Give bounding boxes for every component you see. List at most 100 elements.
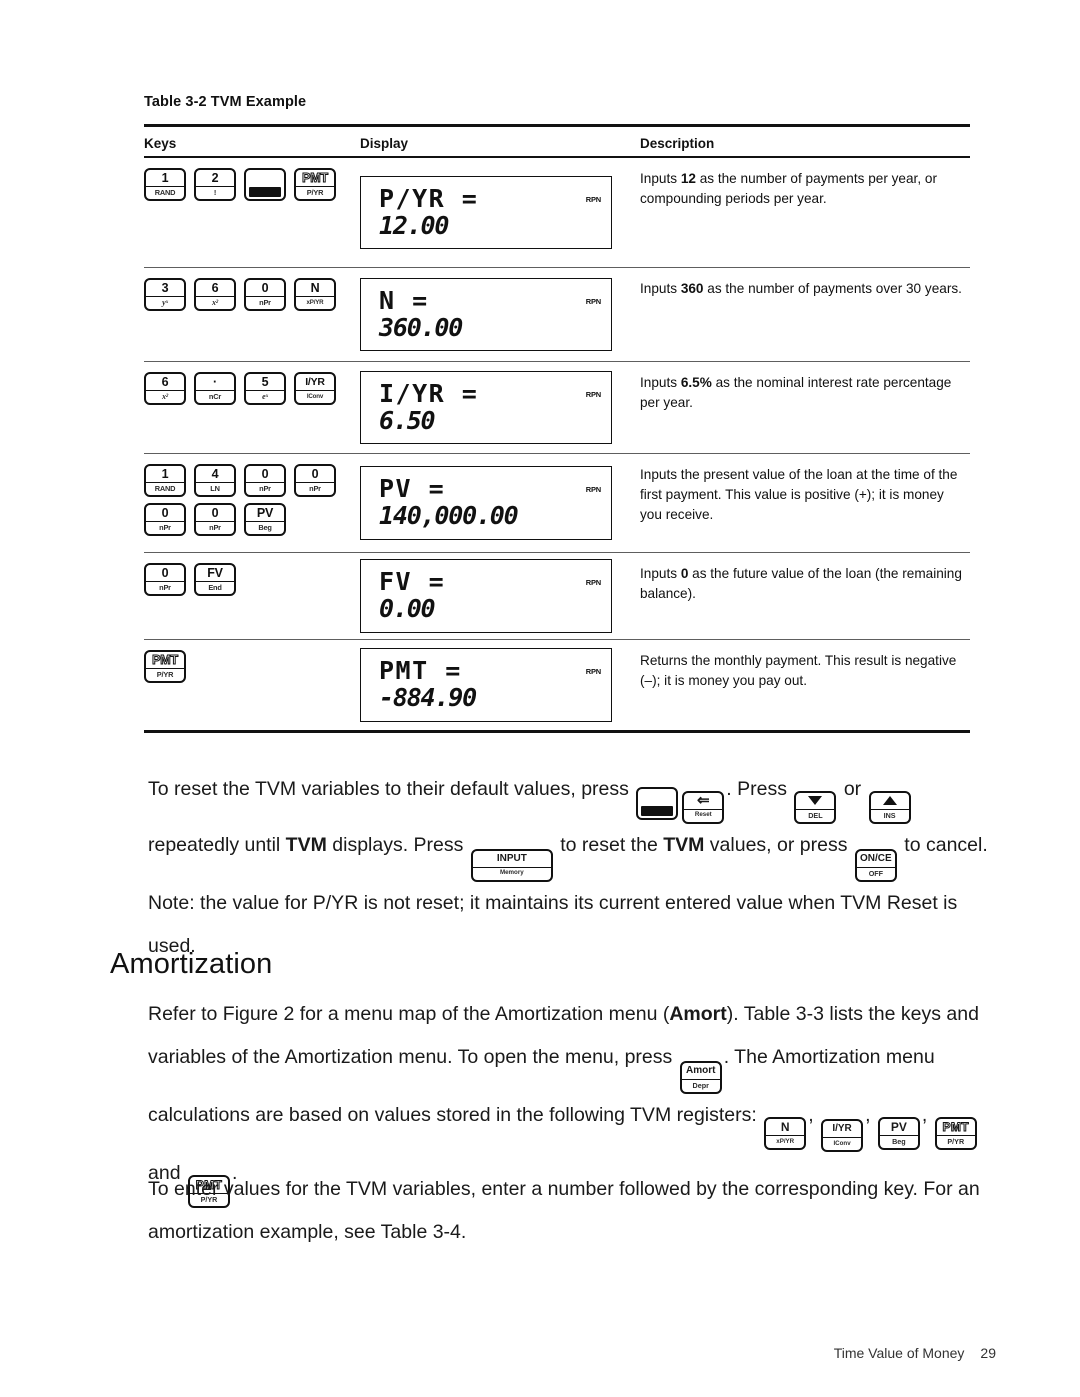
key-primary-label: 2 bbox=[211, 170, 219, 185]
inline-key-onoff[interactable]: ON/CE OFF bbox=[854, 848, 897, 882]
key-shift-color-bar bbox=[641, 806, 674, 816]
inline-key-n[interactable]: NxP/YR bbox=[764, 1117, 807, 1150]
key-primary-label: Amort bbox=[685, 1065, 716, 1076]
prose-text: to reset the bbox=[554, 833, 664, 856]
key-primary-label: 6 bbox=[161, 374, 169, 389]
key-shift-label: OFF bbox=[856, 866, 895, 880]
cell-display: PMT = -884.90 RPN bbox=[360, 640, 640, 730]
key-shift-label: xP/YR bbox=[296, 296, 334, 309]
calculator-key-3[interactable]: 3 yˣ bbox=[144, 278, 186, 311]
inline-key-pmt[interactable]: PMT P/YR bbox=[934, 1117, 977, 1150]
calculator-lcd-screen: N = 360.00 RPN bbox=[360, 277, 612, 352]
footer-section-title: Time Value of Money bbox=[833, 1345, 965, 1361]
key-shift-label: DEL bbox=[796, 808, 835, 822]
tvm-example-table: Keys Display Description 1 RAND 2! PMT P/YR P… bbox=[144, 124, 970, 733]
key-primary-label: ON/CE bbox=[860, 852, 892, 864]
calculator-key-5[interactable]: 5 eˣ bbox=[244, 372, 286, 405]
manual-page: Table 3-2 TVM Example Keys Display Descr… bbox=[0, 0, 1080, 1397]
key-shift-label: eˣ bbox=[246, 390, 284, 403]
key-shift-label: RAND bbox=[146, 482, 184, 495]
key-primary-label: PV bbox=[890, 1120, 907, 1134]
calculator-key-pv[interactable]: PV Beg bbox=[244, 503, 286, 536]
cell-display: I/YR = 6.50 RPN bbox=[360, 362, 640, 453]
calculator-key-6[interactable]: 6 x² bbox=[194, 278, 236, 311]
inline-key-input[interactable]: INPUT Memory bbox=[470, 848, 553, 882]
inline-key-iyr[interactable]: I/YR IConv bbox=[821, 1119, 864, 1152]
key-primary-label: 5 bbox=[261, 374, 269, 389]
cell-keys: 3 yˣ 6 x² 0 nPr NxP/YR bbox=[144, 268, 360, 361]
calculator-key-0[interactable]: 0 nPr bbox=[144, 503, 186, 536]
key-sequence-row: 1 RAND 4 LN 0 nPr 0 nPr bbox=[144, 464, 360, 497]
lcd-rpn-annunciator: RPN bbox=[585, 296, 601, 306]
calculator-key-fv[interactable]: FV End bbox=[194, 563, 236, 596]
key-shift-label: Beg bbox=[879, 1135, 918, 1148]
key-shift-label: nPr bbox=[296, 482, 334, 495]
key-primary-label: 0 bbox=[161, 565, 169, 580]
table-body: 1 RAND 2! PMT P/YR P/YR = 12.00 RPN Inputs 12 as… bbox=[144, 158, 970, 730]
calculator-key-0[interactable]: 0 nPr bbox=[144, 563, 186, 596]
inline-key-del[interactable]: DEL bbox=[794, 790, 837, 824]
key-shift-label: xP/YR bbox=[766, 1135, 805, 1148]
calculator-key-4[interactable]: 4 LN bbox=[194, 464, 236, 497]
table-row: 1 RAND 4 LN 0 nPr 0 nPr 0 nPr 0 nPr PV Beg PV = 140,000… bbox=[144, 454, 970, 552]
calculator-key-0[interactable]: 0 nPr bbox=[294, 464, 336, 497]
key-primary-label: FV bbox=[207, 565, 223, 580]
key-sequence-row: 3 yˣ 6 x² 0 nPr NxP/YR bbox=[144, 278, 360, 311]
calculator-key-1[interactable]: 1 RAND bbox=[144, 168, 186, 201]
footer-page-number: 29 bbox=[980, 1345, 996, 1361]
calculator-key--[interactable]: · nCr bbox=[194, 372, 236, 405]
calculator-key-1[interactable]: 1 RAND bbox=[144, 464, 186, 497]
key-shift-label: P/YR bbox=[146, 668, 184, 681]
calculator-lcd-screen: P/YR = 12.00 RPN bbox=[360, 175, 612, 250]
calculator-key-0[interactable]: 0 nPr bbox=[244, 464, 286, 497]
description-text: Inputs bbox=[640, 566, 681, 581]
key-primary-label: PMT bbox=[302, 170, 329, 185]
calculator-key-0[interactable]: 0 nPr bbox=[244, 278, 286, 311]
key-primary-label: 6 bbox=[211, 280, 219, 295]
cell-keys: PMT P/YR bbox=[144, 640, 360, 730]
calculator-key-2[interactable]: 2! bbox=[194, 168, 236, 201]
calculator-key-pmt[interactable]: PMT P/YR bbox=[144, 650, 186, 683]
key-shift-label: End bbox=[196, 581, 234, 594]
lcd-variable-label: N = bbox=[379, 285, 429, 315]
key-primary-label: 1 bbox=[161, 170, 169, 185]
inline-key-reset[interactable]: ⇐ Reset bbox=[682, 790, 725, 824]
calculator-lcd-screen: I/YR = 6.50 RPN bbox=[360, 370, 612, 445]
calculator-key-n[interactable]: NxP/YR bbox=[294, 278, 336, 311]
cell-keys: 0 nPr FV End bbox=[144, 553, 360, 639]
key-primary-label: INPUT bbox=[496, 852, 527, 864]
key-primary-label: 1 bbox=[161, 466, 169, 481]
inline-key-pv[interactable]: PV Beg bbox=[877, 1117, 920, 1150]
description-emphasis: 6.5% bbox=[680, 375, 712, 390]
chevron-down-icon bbox=[808, 796, 823, 805]
calculator-key-0[interactable]: 0 nPr bbox=[194, 503, 236, 536]
description-text: Inputs the present value of the loan at … bbox=[640, 467, 958, 523]
lcd-variable-label: FV = bbox=[379, 567, 446, 597]
lcd-value: 6.50 bbox=[379, 405, 436, 435]
cell-keys: 1 RAND 2! PMT P/YR bbox=[144, 158, 360, 267]
key-sequence-row: 6 x² · nCr 5 eˣ I/YR IConv bbox=[144, 372, 360, 405]
table-caption: Table 3-2 TVM Example bbox=[144, 94, 307, 110]
lcd-rpn-annunciator: RPN bbox=[585, 389, 601, 399]
inline-key-shift[interactable] bbox=[636, 787, 679, 820]
key-shift-label: IConv bbox=[823, 1137, 862, 1150]
calculator-key-shift[interactable] bbox=[244, 168, 286, 201]
key-primary-label: PMT bbox=[152, 652, 179, 667]
prose-text: , bbox=[808, 1104, 820, 1126]
inline-key-amort[interactable]: Amort Depr bbox=[679, 1061, 722, 1094]
description-text: Inputs bbox=[640, 281, 681, 296]
key-primary-label: 4 bbox=[211, 466, 219, 481]
lcd-rpn-annunciator: RPN bbox=[585, 194, 601, 204]
inline-key-ins[interactable]: INS bbox=[868, 790, 911, 824]
key-shift-label: Beg bbox=[246, 521, 284, 534]
description-text: Returns the monthly payment. This result… bbox=[640, 653, 957, 689]
prose-emphasis: TVM bbox=[285, 833, 327, 856]
calculator-lcd-screen: PV = 140,000.00 RPN bbox=[360, 466, 612, 540]
calculator-key-6[interactable]: 6 x² bbox=[144, 372, 186, 405]
calculator-key-pmt[interactable]: PMT P/YR bbox=[294, 168, 336, 201]
cell-description: Inputs the present value of the loan at … bbox=[640, 454, 970, 552]
calculator-key-i-yr[interactable]: I/YR IConv bbox=[294, 372, 336, 405]
prose-text: , bbox=[921, 1104, 933, 1126]
calculator-lcd-screen: PMT = -884.90 RPN bbox=[360, 648, 612, 722]
lcd-rpn-annunciator: RPN bbox=[585, 667, 601, 677]
